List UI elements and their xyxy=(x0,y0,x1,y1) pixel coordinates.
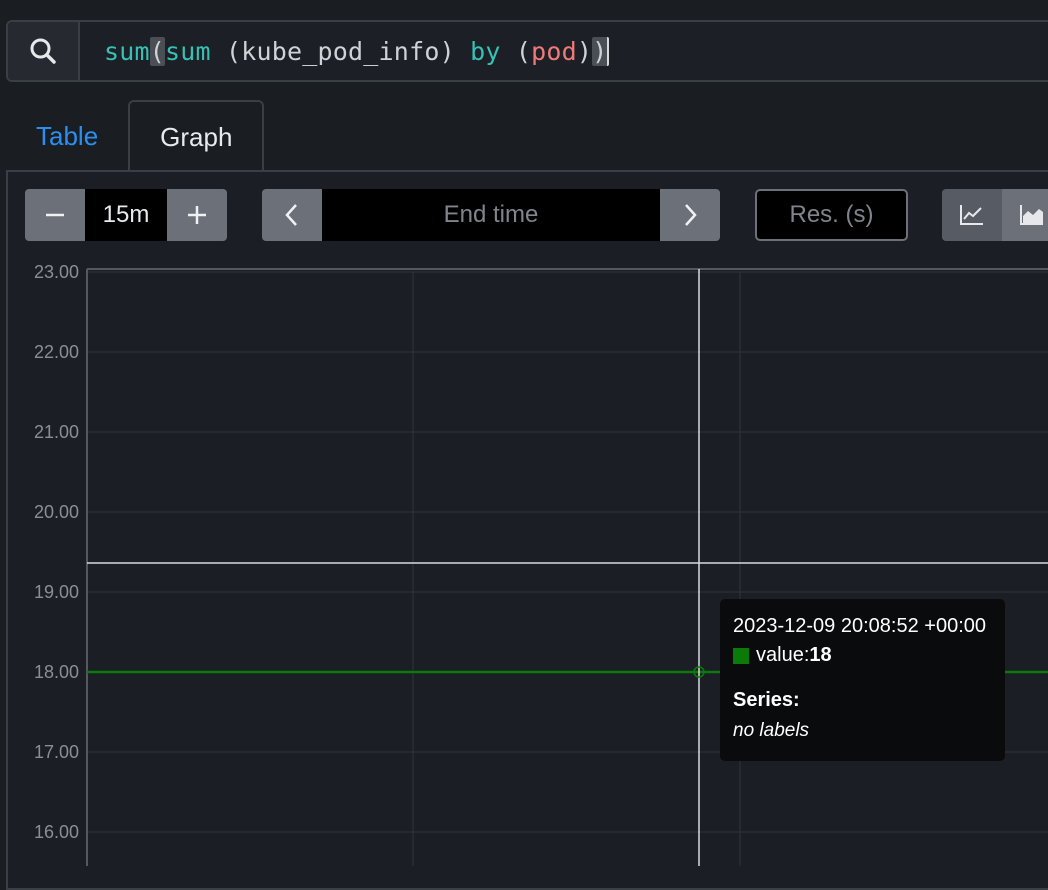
y-axis-ticks: 23.00 22.00 21.00 20.00 19.00 18.00 17.00 16.00 xyxy=(34,262,79,842)
query-token: ) xyxy=(592,36,610,66)
range-input[interactable]: 15m xyxy=(85,189,167,241)
y-tick-label: 18.00 xyxy=(34,662,79,682)
y-tick-label: 16.00 xyxy=(34,822,79,842)
series-color-swatch xyxy=(733,647,749,664)
y-tick-label: 20.00 xyxy=(34,502,79,522)
tab-graph[interactable]: Graph xyxy=(128,100,265,172)
plus-icon xyxy=(188,206,206,224)
line-chart-icon xyxy=(960,205,983,225)
query-token: sum xyxy=(165,36,211,66)
chart-grid xyxy=(86,268,1048,866)
tooltip-series-labels: no labels xyxy=(733,720,810,741)
end-time-control: End time xyxy=(262,189,720,241)
decrease-range-button[interactable] xyxy=(25,189,85,241)
y-tick-label: 17.00 xyxy=(34,742,79,762)
y-tick-label: 21.00 xyxy=(34,422,79,442)
query-token: ( xyxy=(149,36,166,66)
next-time-button[interactable] xyxy=(660,189,720,241)
stacked-chart-button[interactable] xyxy=(1002,189,1048,241)
hover-tooltip: 2023-12-09 20:08:52 +00:00 value: 18 Ser… xyxy=(720,599,1005,761)
line-chart-button[interactable] xyxy=(942,189,1002,241)
previous-time-button[interactable] xyxy=(262,189,322,241)
search-button[interactable] xyxy=(8,22,80,80)
query-token: pod xyxy=(531,36,577,66)
tab-bar: Table Graph xyxy=(6,100,265,172)
crosshair xyxy=(87,269,1048,866)
tooltip-value: 18 xyxy=(809,644,832,666)
stacked-chart-icon xyxy=(1020,205,1043,225)
tab-table[interactable]: Table xyxy=(6,100,128,172)
query-token: by xyxy=(470,36,501,66)
query-token: (kube_pod_info) xyxy=(210,36,471,66)
range-control: 15m xyxy=(25,189,227,241)
y-tick-label: 23.00 xyxy=(34,262,79,282)
search-icon xyxy=(30,38,56,64)
tooltip-value-label: value: xyxy=(756,644,810,666)
query-token: sum xyxy=(104,36,150,66)
y-tick-label: 19.00 xyxy=(34,582,79,602)
expression-input[interactable]: sum(sum (kube_pod_info) by (pod)) xyxy=(80,36,610,66)
y-tick-label: 22.00 xyxy=(34,342,79,362)
chevron-left-icon xyxy=(285,204,297,226)
minus-icon xyxy=(46,213,64,217)
end-time-input[interactable]: End time xyxy=(322,189,660,241)
chart-type-toggle xyxy=(942,189,1048,241)
tooltip-timestamp: 2023-12-09 20:08:52 +00:00 xyxy=(733,615,986,637)
query-token: ) xyxy=(576,36,593,66)
resolution-input[interactable]: Res. (s) xyxy=(755,189,908,241)
query-token: ( xyxy=(500,36,532,66)
tooltip-value-row: value: 18 xyxy=(733,644,992,667)
graph-chart[interactable]: 23.00 22.00 21.00 20.00 19.00 18.00 17.00 16.00 xyxy=(0,260,1048,866)
expression-input-bar: sum(sum (kube_pod_info) by (pod)) xyxy=(6,20,1048,82)
chevron-right-icon xyxy=(685,204,697,226)
increase-range-button[interactable] xyxy=(167,189,227,241)
tooltip-series-heading: Series: xyxy=(733,689,800,711)
